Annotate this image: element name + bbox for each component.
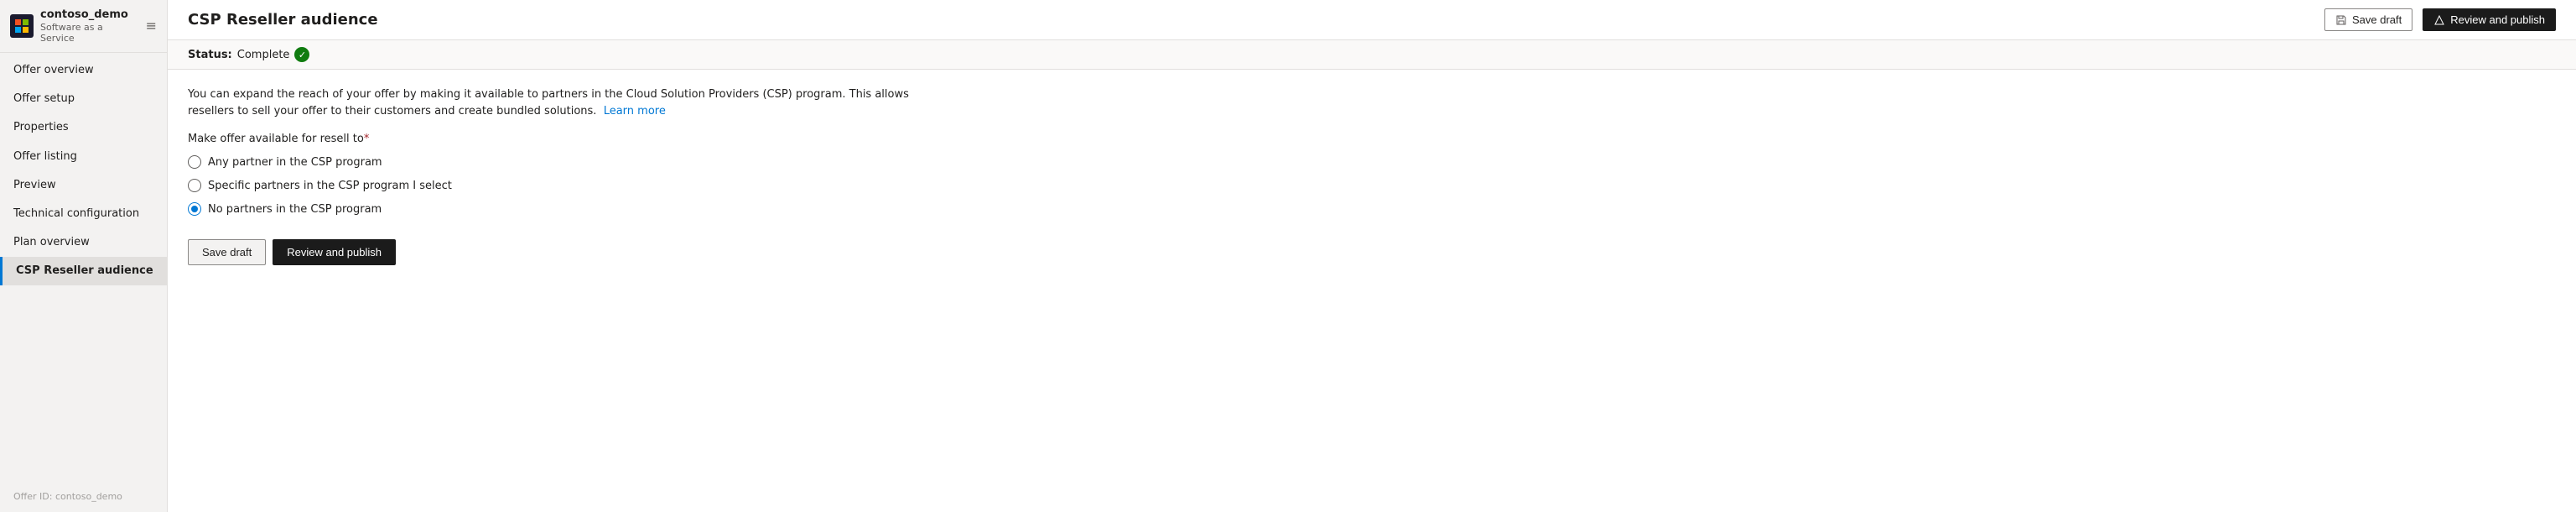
radio-specific-partners[interactable]: Specific partners in the CSP program I s… bbox=[188, 179, 2556, 192]
radio-no-partners[interactable]: No partners in the CSP program bbox=[188, 202, 2556, 216]
review-publish-button[interactable]: Review and publish bbox=[273, 239, 396, 265]
description-text: You can expand the reach of your offer b… bbox=[188, 86, 943, 119]
status-label: Status: bbox=[188, 49, 232, 61]
company-info: contoso_demo Software as a Service bbox=[40, 8, 139, 44]
action-bar: Save draft Review and publish bbox=[188, 239, 2556, 265]
publish-icon bbox=[2433, 14, 2445, 26]
topbar-actions: Save draft Review and publish bbox=[2324, 8, 2556, 31]
company-logo-icon bbox=[10, 14, 34, 38]
sidebar-header: contoso_demo Software as a Service ≡ bbox=[0, 0, 167, 53]
status-value: Complete bbox=[237, 49, 290, 61]
content-area: Status: Complete ✓ You can expand the re… bbox=[168, 40, 2576, 512]
learn-more-link[interactable]: Learn more bbox=[604, 105, 666, 118]
radio-specific-partners-input[interactable] bbox=[188, 179, 201, 192]
radio-any-partner-input[interactable] bbox=[188, 155, 201, 169]
save-draft-button[interactable]: Save draft bbox=[188, 239, 266, 265]
main-content: CSP Reseller audience Save draft Review … bbox=[168, 0, 2576, 512]
page-body: You can expand the reach of your offer b… bbox=[168, 70, 2576, 282]
required-marker: * bbox=[364, 133, 370, 145]
resell-options-group: Any partner in the CSP program Specific … bbox=[188, 155, 2556, 216]
company-name: contoso_demo bbox=[40, 8, 139, 22]
sidebar-item-plan-overview[interactable]: Plan overview bbox=[0, 228, 167, 257]
radio-any-partner[interactable]: Any partner in the CSP program bbox=[188, 155, 2556, 169]
sidebar-item-offer-listing[interactable]: Offer listing bbox=[0, 143, 167, 171]
sidebar-item-technical-configuration[interactable]: Technical configuration bbox=[0, 200, 167, 228]
radio-specific-partners-label: Specific partners in the CSP program I s… bbox=[208, 180, 452, 192]
radio-no-partners-label: No partners in the CSP program bbox=[208, 203, 382, 216]
save-icon bbox=[2335, 14, 2347, 26]
topbar-save-draft-button[interactable]: Save draft bbox=[2324, 8, 2412, 31]
sidebar: contoso_demo Software as a Service ≡ Off… bbox=[0, 0, 168, 512]
sidebar-item-properties[interactable]: Properties bbox=[0, 113, 167, 142]
radio-any-partner-label: Any partner in the CSP program bbox=[208, 156, 382, 169]
status-bar: Status: Complete ✓ bbox=[168, 40, 2576, 70]
sidebar-navigation: Offer overview Offer setup Properties Of… bbox=[0, 53, 167, 484]
offer-id: Offer ID: contoso_demo bbox=[0, 484, 167, 512]
section-label: Make offer available for resell to* bbox=[188, 133, 2556, 145]
radio-no-partners-input[interactable] bbox=[188, 202, 201, 216]
status-complete-icon: ✓ bbox=[294, 47, 309, 62]
hamburger-icon[interactable]: ≡ bbox=[146, 18, 157, 34]
sidebar-item-offer-setup[interactable]: Offer setup bbox=[0, 85, 167, 113]
topbar-review-publish-button[interactable]: Review and publish bbox=[2423, 8, 2556, 31]
page-title: CSP Reseller audience bbox=[188, 11, 378, 29]
sidebar-item-offer-overview[interactable]: Offer overview bbox=[0, 56, 167, 85]
topbar: CSP Reseller audience Save draft Review … bbox=[168, 0, 2576, 40]
sidebar-item-preview[interactable]: Preview bbox=[0, 171, 167, 200]
sidebar-item-csp-reseller-audience[interactable]: CSP Reseller audience bbox=[0, 257, 167, 285]
company-subtitle: Software as a Service bbox=[40, 22, 139, 44]
